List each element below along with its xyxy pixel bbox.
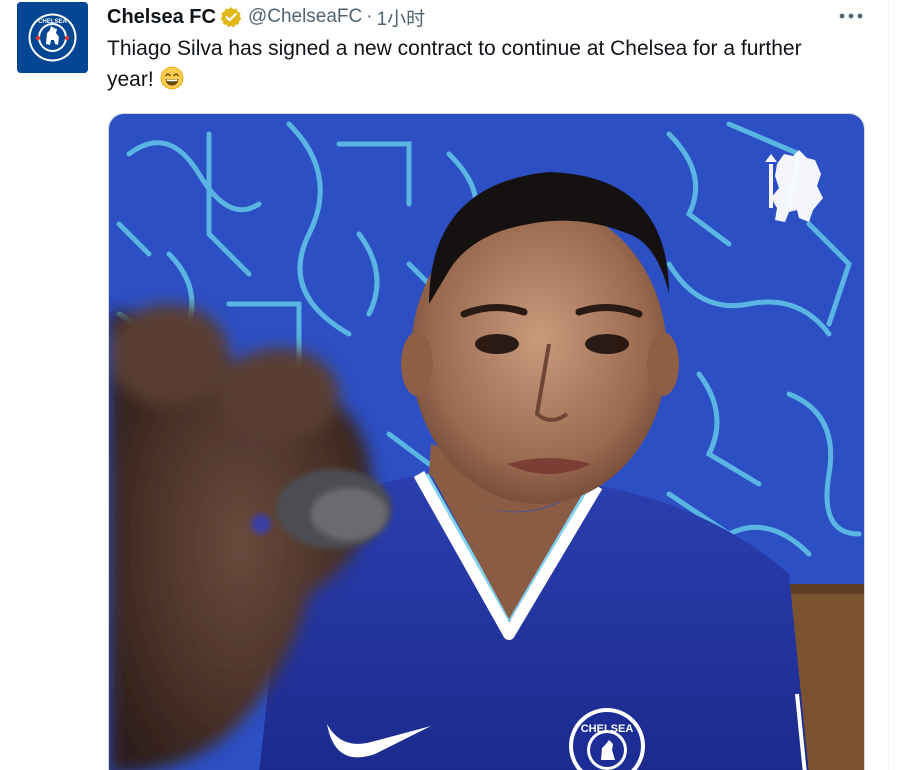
- crest-text: CHELSEA: [581, 723, 634, 735]
- tweet-header: Chelsea FC @ChelseaFC · 1小时: [107, 4, 425, 30]
- more-options-button[interactable]: [833, 4, 869, 28]
- avatar[interactable]: CHELSEA: [17, 2, 88, 73]
- tweet-text-body: Thiago Silva has signed a new contract t…: [107, 37, 802, 91]
- timestamp[interactable]: 1小时: [377, 4, 426, 31]
- separator-dot: ·: [366, 6, 373, 27]
- tweet-media-photo[interactable]: CHELSEA: [108, 113, 865, 770]
- display-name[interactable]: Chelsea FC: [107, 6, 216, 29]
- handle[interactable]: @ChelseaFC: [248, 6, 362, 28]
- player-photo: CHELSEA: [109, 114, 864, 770]
- more-options-icon: [839, 13, 863, 19]
- grinning-face-emoji-icon: [160, 66, 184, 90]
- verified-badge-icon[interactable]: [220, 6, 242, 28]
- timeline-border: [888, 0, 889, 770]
- tweet-container: CHELSEA Chelsea FC @ChelseaFC · 1小时 Thia…: [0, 0, 900, 770]
- chelsea-crest-icon: CHELSEA: [17, 2, 88, 73]
- tweet-text: Thiago Silva has signed a new contract t…: [107, 33, 847, 95]
- svg-text:CHELSEA: CHELSEA: [38, 19, 67, 25]
